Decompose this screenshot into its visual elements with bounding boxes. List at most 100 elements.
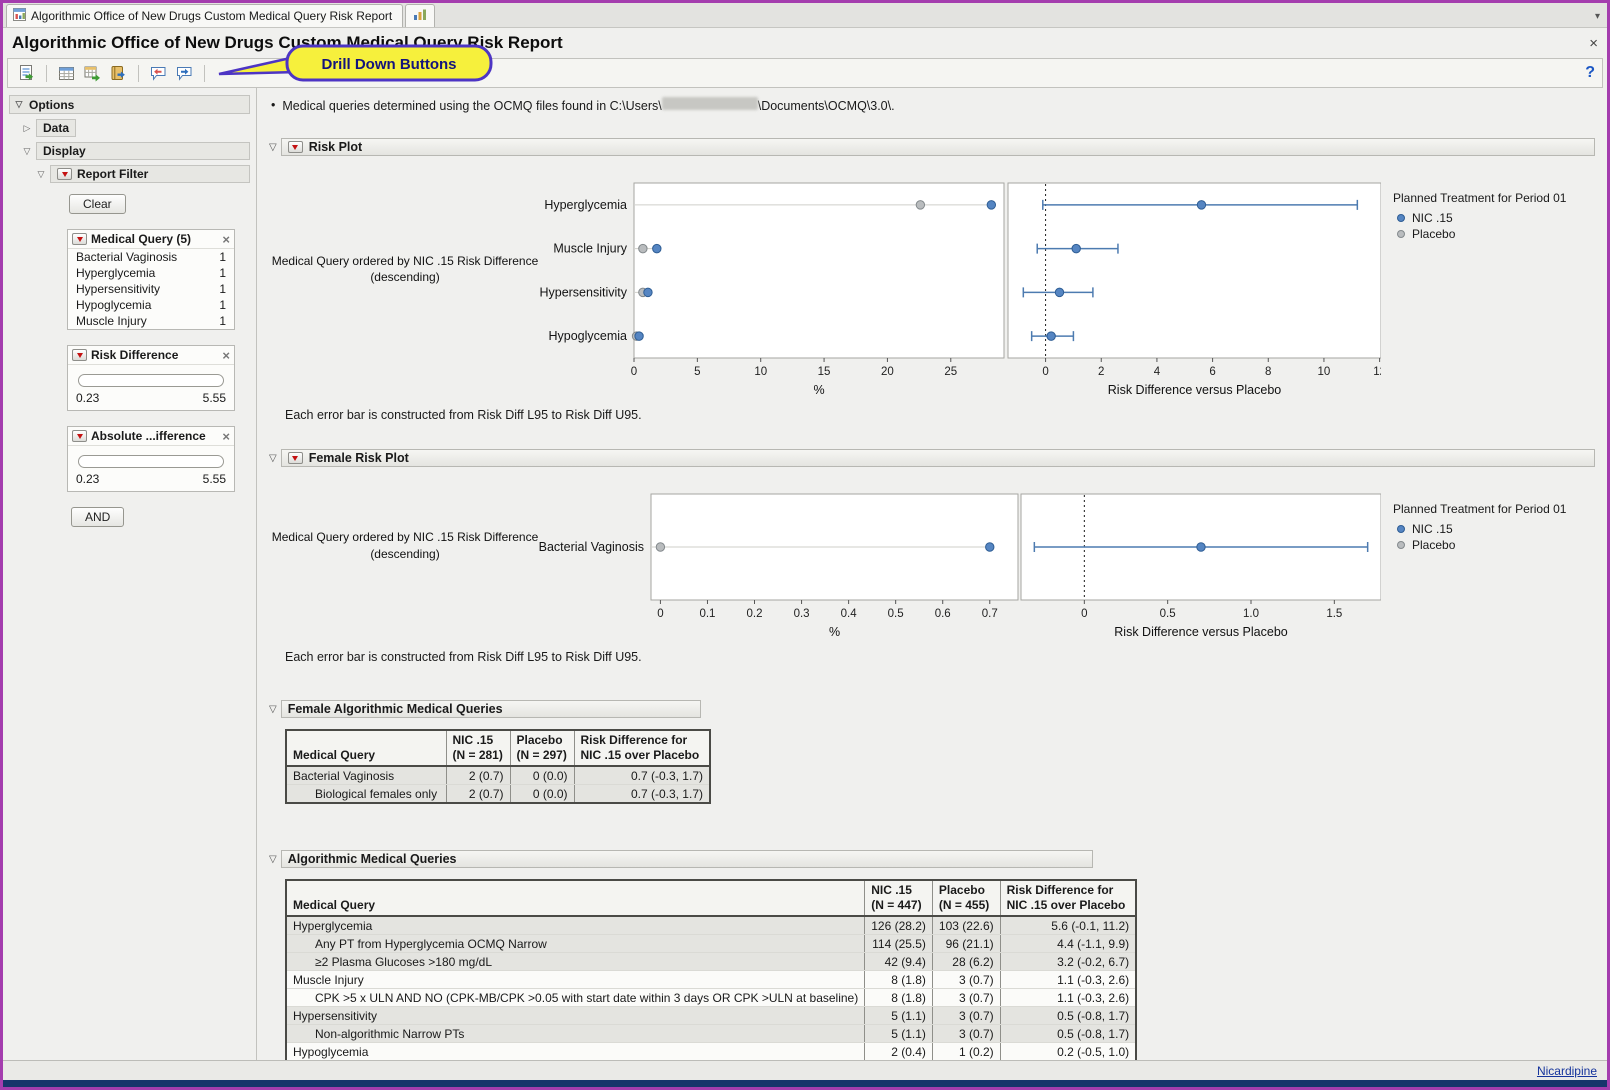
options-header[interactable]: ▽ Options [9, 95, 250, 114]
red-triangle-menu-icon[interactable] [72, 349, 87, 361]
collapse-open-icon[interactable]: ▽ [269, 453, 277, 464]
tab-list-dropdown-icon[interactable]: ▾ [1595, 11, 1600, 22]
data-section-header[interactable]: Data [36, 119, 76, 137]
risk-difference-point[interactable] [1072, 244, 1080, 252]
risk-difference-filter: Risk Difference × 0.23 5.55 [67, 345, 235, 411]
risk-difference-point[interactable] [1197, 201, 1205, 209]
risk-difference-point[interactable] [1055, 288, 1063, 296]
help-icon[interactable]: ? [1585, 64, 1595, 82]
close-filter-icon[interactable]: × [222, 430, 230, 443]
table-row[interactable]: CPK >5 x ULN AND NO (CPK-MB/CPK >0.05 wi… [286, 989, 1136, 1007]
percent-point[interactable] [986, 543, 994, 551]
collapse-open-icon[interactable]: ▽ [269, 854, 277, 865]
data-table-icon[interactable] [55, 62, 78, 85]
collapse-open-icon[interactable]: ▽ [22, 146, 32, 157]
table-row[interactable]: Muscle Injury8 (1.8)3 (0.7)1.1 (-0.3, 2.… [286, 971, 1136, 989]
range-max-label: 5.55 [203, 391, 226, 405]
collapse-open-icon[interactable]: ▽ [269, 142, 277, 153]
legend-marker-icon [1397, 541, 1405, 549]
female-risk-plot-canvas[interactable]: Bacterial Vaginosis00.10.20.30.40.50.60.… [539, 489, 1381, 642]
red-triangle-menu-icon[interactable] [288, 452, 303, 464]
tab-bar: Algorithmic Office of New Drugs Custom M… [3, 3, 1607, 28]
absolute-risk-difference-range-slider[interactable] [78, 455, 224, 468]
value-cell: 28 (6.2) [932, 953, 1000, 971]
risk-difference-point[interactable] [1197, 543, 1205, 551]
table-row[interactable]: Hyperglycemia126 (28.2)103 (22.6)5.6 (-0… [286, 916, 1136, 935]
filter-title: Absolute ...ifference [91, 429, 206, 443]
collapse-closed-icon[interactable]: ▷ [22, 123, 32, 134]
percent-point[interactable] [916, 201, 924, 209]
medical-query-cell: Muscle Injury [286, 971, 865, 989]
dataset-link[interactable]: Nicardipine [1537, 1064, 1597, 1078]
percent-point[interactable] [656, 543, 664, 551]
legend-item[interactable]: NIC .15 [1393, 210, 1588, 226]
category-label: Hyperglycemia [544, 198, 627, 212]
red-triangle-menu-icon[interactable] [288, 141, 303, 153]
risk-difference-point[interactable] [1047, 332, 1055, 340]
filter-item-label: Hyperglycemia [76, 266, 155, 280]
report-filter-header[interactable]: Report Filter [50, 165, 250, 183]
filter-item[interactable]: Muscle Injury1 [68, 313, 234, 329]
risk-plot-title-bar[interactable]: Risk Plot [281, 138, 1595, 156]
tick-label: 1.0 [1243, 608, 1259, 620]
medical-query-cell: Any PT from Hyperglycemia OCMQ Narrow [286, 935, 865, 953]
value-cell: 0.5 (-0.8, 1.7) [1000, 1007, 1136, 1025]
medical-query-cell: Hypoglycemia [286, 1043, 865, 1061]
algorithmic-queries-title-bar[interactable]: Algorithmic Medical Queries [281, 850, 1093, 868]
legend-item[interactable]: Placebo [1393, 537, 1588, 553]
algorithmic-queries-section-header: ▽ Algorithmic Medical Queries [269, 850, 1595, 868]
percent-point[interactable] [987, 201, 995, 209]
percent-point[interactable] [635, 332, 643, 340]
red-triangle-menu-icon[interactable] [72, 233, 87, 245]
filter-item[interactable]: Hypoglycemia1 [68, 297, 234, 313]
annotate-back-icon[interactable] [147, 62, 170, 85]
value-cell: 0.7 (-0.3, 1.7) [574, 785, 710, 804]
risk-plot-canvas[interactable]: HyperglycemiaMuscle InjuryHypersensitivi… [539, 178, 1381, 400]
annotate-forward-icon[interactable] [173, 62, 196, 85]
clear-button[interactable]: Clear [69, 194, 126, 214]
table-row[interactable]: Bacterial Vaginosis2 (0.7)0 (0.0)0.7 (-0… [286, 766, 710, 785]
table-row[interactable]: Hypoglycemia2 (0.4)1 (0.2)0.2 (-0.5, 1.0… [286, 1043, 1136, 1061]
report-tab-icon [13, 8, 26, 24]
percent-point[interactable] [639, 244, 647, 252]
legend-item[interactable]: NIC .15 [1393, 521, 1588, 537]
female-risk-plot-title-bar[interactable]: Female Risk Plot [281, 449, 1595, 467]
tab-risk-report[interactable]: Algorithmic Office of New Drugs Custom M… [6, 4, 403, 27]
collapse-open-icon[interactable]: ▽ [36, 169, 46, 180]
red-triangle-menu-icon[interactable] [57, 168, 72, 180]
percent-point[interactable] [653, 244, 661, 252]
risk-difference-range-slider[interactable] [78, 374, 224, 387]
journal-icon[interactable] [107, 62, 130, 85]
tick-label: 1.5 [1326, 608, 1342, 620]
options-label: Options [29, 98, 74, 112]
filter-item[interactable]: Hyperglycemia1 [68, 265, 234, 281]
close-filter-icon[interactable]: × [222, 233, 230, 246]
red-triangle-menu-icon[interactable] [72, 430, 87, 442]
table-row[interactable]: Biological females only2 (0.7)0 (0.0)0.7… [286, 785, 710, 804]
legend-item[interactable]: Placebo [1393, 226, 1588, 242]
open-report-icon[interactable] [15, 62, 38, 85]
display-section-header[interactable]: Display [36, 142, 250, 160]
chart-tab-icon [413, 8, 427, 24]
collapse-open-icon[interactable]: ▽ [269, 704, 277, 715]
table-row[interactable]: ≥2 Plasma Glucoses >180 mg/dL42 (9.4)28 … [286, 953, 1136, 971]
female-risk-plot-section-header: ▽ Female Risk Plot [269, 449, 1595, 467]
filter-item-label: Muscle Injury [76, 314, 147, 328]
close-filter-icon[interactable]: × [222, 349, 230, 362]
value-cell: 0 (0.0) [510, 785, 574, 804]
and-button[interactable]: AND [71, 507, 124, 527]
filter-item[interactable]: Bacterial Vaginosis1 [68, 249, 234, 265]
close-icon[interactable]: × [1589, 36, 1598, 51]
legend-marker-icon [1397, 214, 1405, 222]
filter-item[interactable]: Hypersensitivity1 [68, 281, 234, 297]
tick-label: 8 [1265, 366, 1271, 378]
percent-point[interactable] [644, 288, 652, 296]
toolbar: ? [7, 58, 1603, 88]
table-row[interactable]: Non-algorithmic Narrow PTs5 (1.1)3 (0.7)… [286, 1025, 1136, 1043]
table-row[interactable]: Any PT from Hyperglycemia OCMQ Narrow114… [286, 935, 1136, 953]
female-queries-title-bar[interactable]: Female Algorithmic Medical Queries [281, 700, 701, 718]
subset-table-icon[interactable] [81, 62, 104, 85]
collapse-open-icon[interactable]: ▽ [14, 99, 24, 110]
table-row[interactable]: Hypersensitivity5 (1.1)3 (0.7)0.5 (-0.8,… [286, 1007, 1136, 1025]
tab-chart[interactable] [405, 4, 435, 27]
